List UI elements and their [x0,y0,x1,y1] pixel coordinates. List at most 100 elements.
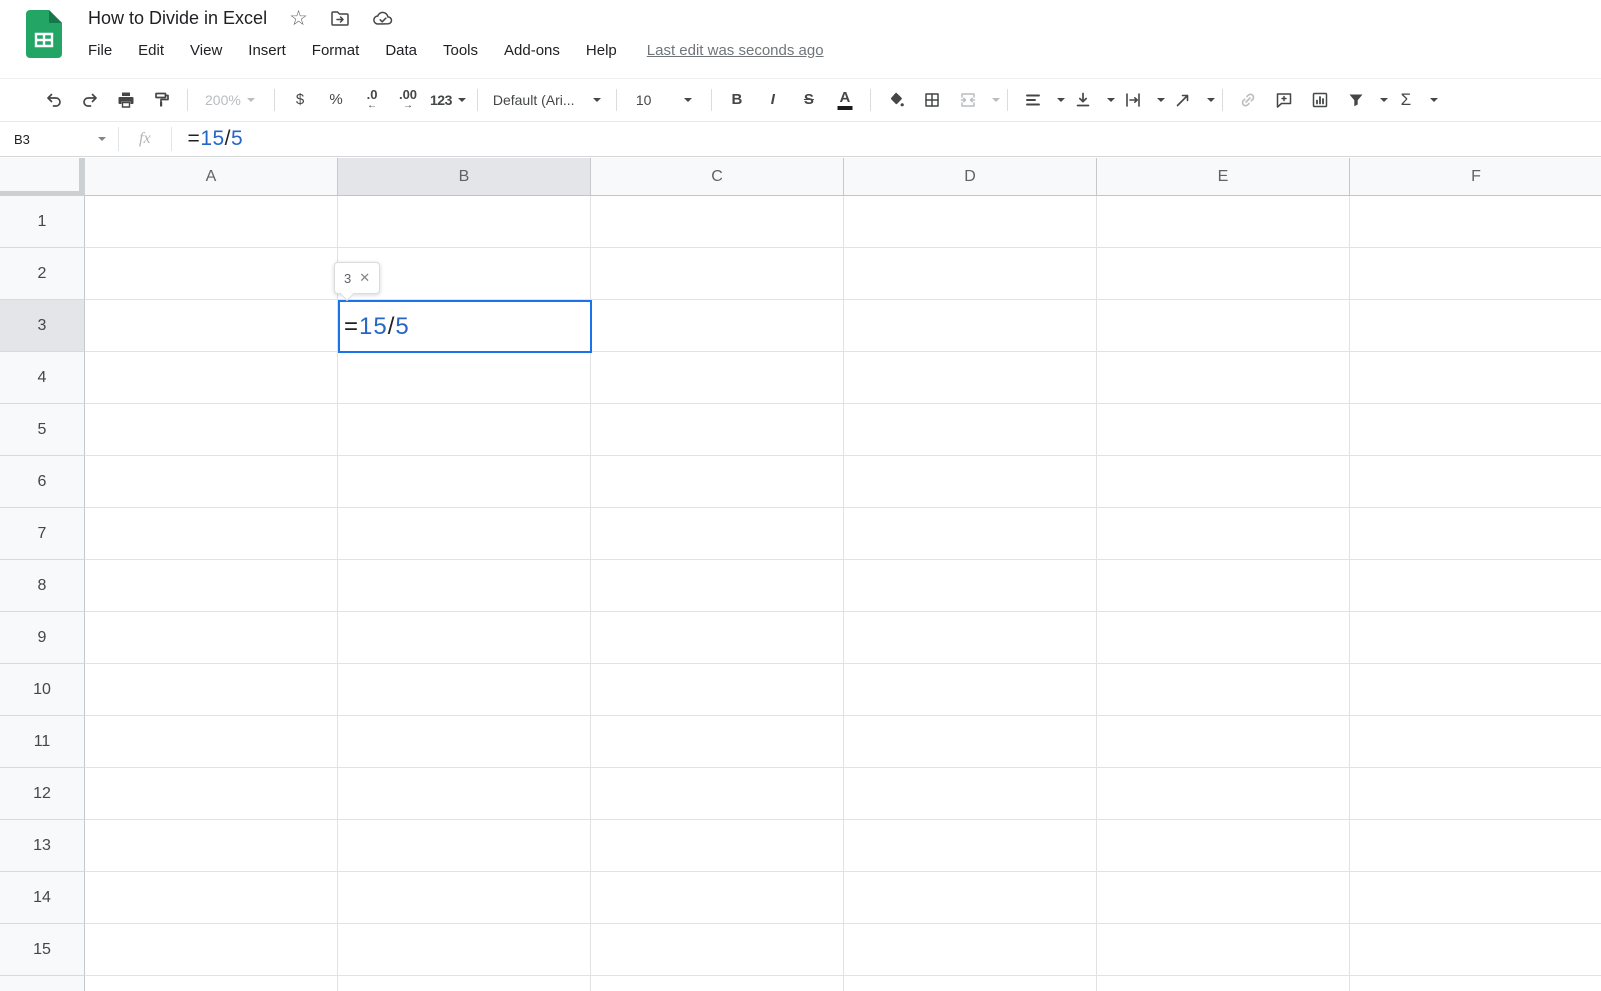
star-icon[interactable]: ☆ [289,9,308,29]
cell[interactable] [844,716,1097,768]
paint-format-button[interactable] [148,85,176,115]
cell[interactable] [85,716,338,768]
cell[interactable] [1097,352,1350,404]
active-cell-editor[interactable]: =15/5 [338,300,592,353]
cell[interactable] [85,248,338,300]
cell[interactable] [338,352,591,404]
menu-item[interactable]: Tools [443,42,478,59]
cell[interactable] [1097,612,1350,664]
font-size-select[interactable]: 10 [628,85,700,115]
text-rotation-button[interactable] [1169,85,1197,115]
cell[interactable] [85,872,338,924]
cell[interactable] [844,664,1097,716]
cell[interactable] [1350,820,1601,872]
cell[interactable] [1097,716,1350,768]
font-family-select[interactable]: Default (Ari... [489,85,605,115]
cell[interactable] [1097,924,1350,976]
vertical-align-caret[interactable] [1107,98,1115,102]
menu-item[interactable]: Add-ons [504,42,560,59]
cell[interactable] [85,612,338,664]
column-header[interactable]: C [591,158,844,196]
cell[interactable] [1097,976,1350,991]
cell[interactable] [844,768,1097,820]
cell[interactable] [1350,196,1601,248]
document-title[interactable]: How to Divide in Excel [88,8,267,29]
functions-button[interactable]: Σ [1392,85,1420,115]
cell[interactable] [591,560,844,612]
cell[interactable] [1097,560,1350,612]
cell[interactable] [338,508,591,560]
redo-button[interactable] [76,85,104,115]
cell[interactable] [1350,612,1601,664]
text-wrap-button[interactable] [1119,85,1147,115]
decrease-decimal-button[interactable]: .0 ← [358,85,386,115]
filter-caret[interactable] [1380,98,1388,102]
text-wrap-caret[interactable] [1157,98,1165,102]
cell[interactable] [1350,872,1601,924]
row-header[interactable]: 4 [0,352,85,404]
row-header[interactable]: 13 [0,820,85,872]
strikethrough-button[interactable]: S [795,85,823,115]
cell[interactable] [85,820,338,872]
cell[interactable] [844,196,1097,248]
cell[interactable] [1350,560,1601,612]
functions-caret[interactable] [1430,98,1438,102]
cell[interactable] [1350,456,1601,508]
cell[interactable] [1097,508,1350,560]
row-header[interactable]: 3 [0,300,85,352]
vertical-align-button[interactable] [1069,85,1097,115]
cell[interactable] [85,560,338,612]
column-header[interactable]: E [1097,158,1350,196]
cell[interactable] [85,976,338,991]
cell[interactable] [591,196,844,248]
row-header[interactable]: 1 [0,196,85,248]
cell[interactable] [844,924,1097,976]
move-to-folder-icon[interactable] [330,9,350,29]
row-header[interactable]: 8 [0,560,85,612]
cell[interactable] [338,924,591,976]
menu-item[interactable]: Edit [138,42,164,59]
cell[interactable] [1097,456,1350,508]
cell[interactable] [844,456,1097,508]
cell[interactable] [338,976,591,991]
cell[interactable] [1350,664,1601,716]
insert-comment-button[interactable] [1270,85,1298,115]
row-header[interactable]: 5 [0,404,85,456]
row-header[interactable]: 7 [0,508,85,560]
cell[interactable] [85,924,338,976]
cell[interactable] [844,820,1097,872]
cell[interactable] [1097,196,1350,248]
menu-item[interactable]: View [190,42,222,59]
column-header[interactable]: B [338,158,591,196]
column-header[interactable]: F [1350,158,1601,196]
cell[interactable] [591,820,844,872]
cell[interactable] [1350,716,1601,768]
last-edit-link[interactable]: Last edit was seconds ago [647,42,824,59]
italic-button[interactable]: I [759,85,787,115]
cell[interactable] [591,456,844,508]
cell[interactable] [844,300,1097,352]
increase-decimal-button[interactable]: .00 → [394,85,422,115]
cell[interactable] [1097,404,1350,456]
cell[interactable] [1097,768,1350,820]
filter-button[interactable] [1342,85,1370,115]
cell[interactable] [1350,352,1601,404]
undo-button[interactable] [40,85,68,115]
cell[interactable] [1097,872,1350,924]
cell[interactable] [591,716,844,768]
horizontal-align-button[interactable] [1019,85,1047,115]
cell[interactable] [844,872,1097,924]
cell[interactable] [85,196,338,248]
cell[interactable] [591,768,844,820]
cell[interactable] [338,560,591,612]
cell[interactable] [591,612,844,664]
formula-input[interactable]: =15/5 [188,127,244,151]
name-box[interactable]: B3 [0,132,118,147]
cell[interactable] [844,404,1097,456]
row-header[interactable]: 9 [0,612,85,664]
cell[interactable] [338,664,591,716]
cell[interactable] [1350,508,1601,560]
column-header[interactable]: D [844,158,1097,196]
cell[interactable] [591,976,844,991]
row-header[interactable]: 14 [0,872,85,924]
